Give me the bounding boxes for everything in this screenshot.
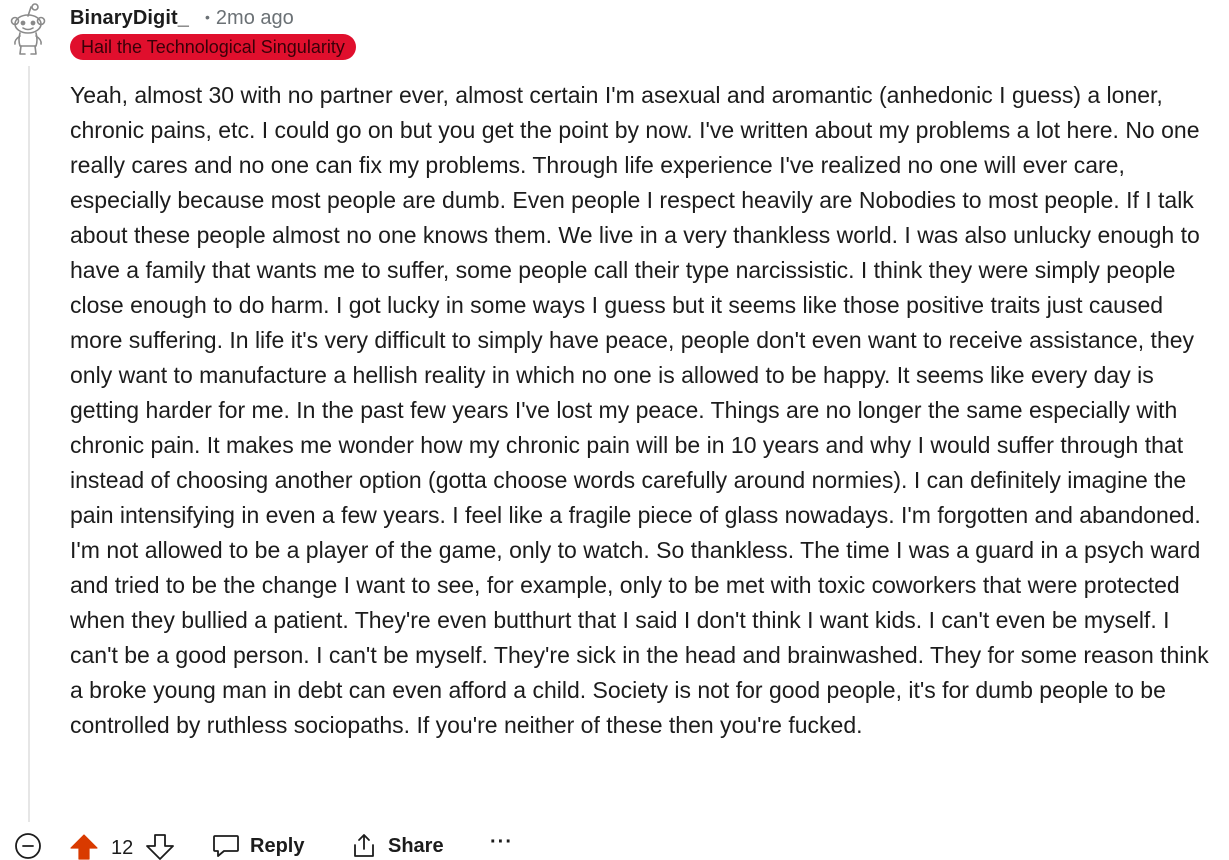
timestamp[interactable]: 2mo ago xyxy=(216,7,294,29)
comment-meta: • 2mo ago xyxy=(205,5,294,32)
reply-label: Reply xyxy=(250,834,305,857)
author-username[interactable]: BinaryDigit_ xyxy=(70,5,189,31)
comment: BinaryDigit_ • 2mo ago Hail the Technolog… xyxy=(0,0,1229,860)
comment-bubble-icon xyxy=(212,833,240,859)
share-button[interactable]: Share xyxy=(350,832,444,860)
comment-body: Yeah, almost 30 with no partner ever, al… xyxy=(70,82,1209,738)
separator-dot: • xyxy=(205,9,210,25)
vote-score: 12 xyxy=(111,837,134,859)
user-flair: Hail the Technological Singularity xyxy=(70,34,356,60)
share-label: Share xyxy=(388,834,444,857)
more-options-icon[interactable]: ··· xyxy=(490,832,513,852)
share-icon xyxy=(350,833,378,859)
collapse-minus-icon[interactable] xyxy=(14,832,42,860)
reply-button[interactable]: Reply xyxy=(212,832,304,860)
downvote-arrow-icon[interactable] xyxy=(146,834,174,860)
comment-action-bar: 12 Reply Share ··· xyxy=(0,826,1229,860)
snoo-avatar-icon[interactable] xyxy=(6,2,50,60)
upvote-arrow-icon[interactable] xyxy=(70,834,98,860)
thread-line[interactable] xyxy=(28,66,30,822)
